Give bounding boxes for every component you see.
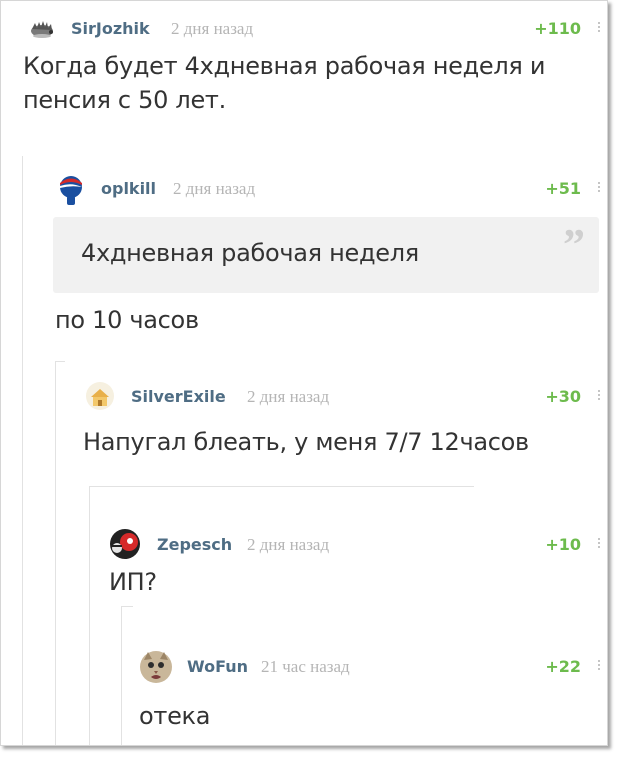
comment-sirjozhik: SirJozhik 2 дня назад +110 Когда будет 4… xyxy=(23,15,607,135)
comment-zepesch: Zepesch 2 дня назад +10 ИП? xyxy=(109,528,607,611)
comment-header: SilverExile 2 дня назад +30 xyxy=(83,381,607,410)
comment-text-line: пенсия с 50 лет. xyxy=(23,86,226,114)
comment-rating: +10 xyxy=(545,535,581,554)
comment-text: ИП? xyxy=(109,565,157,599)
comment-time[interactable]: 2 дня назад xyxy=(247,535,329,555)
comment-time[interactable]: 2 дня назад xyxy=(247,387,329,407)
comment-text-line: Когда будет 4хдневная рабочая неделя и xyxy=(23,52,546,80)
hedgehog-icon[interactable] xyxy=(29,19,55,45)
comment-time[interactable]: 2 дня назад xyxy=(173,179,255,199)
comment-text: Когда будет 4хдневная рабочая неделя и п… xyxy=(23,49,545,117)
thread-line-level-3-cap xyxy=(89,486,474,487)
comment-time[interactable]: 21 час назад xyxy=(261,657,350,677)
comment-text-line: отека xyxy=(139,702,211,730)
comment-rating: +110 xyxy=(534,19,581,38)
comment-thread: SirJozhik 2 дня назад +110 Когда будет 4… xyxy=(0,0,608,746)
comment-oplkill: oplkill 2 дня назад +51 4хдневная рабоча… xyxy=(53,175,607,345)
comment-rating: +22 xyxy=(545,657,581,676)
more-options-icon[interactable] xyxy=(597,180,601,196)
quote-mark-icon: ” xyxy=(563,220,585,269)
author-name[interactable]: WoFun xyxy=(187,657,248,676)
comment-header: Zepesch 2 дня назад +10 xyxy=(109,528,607,559)
comment-time[interactable]: 2 дня назад xyxy=(171,19,253,39)
comment-text: Напугал блеать, у меня 7/7 12часов xyxy=(83,425,529,459)
author-name[interactable]: SirJozhik xyxy=(71,19,150,38)
comment-header: oplkill 2 дня назад +51 xyxy=(53,174,607,205)
thread-line-level-2-cap xyxy=(55,361,65,362)
comment-rating: +30 xyxy=(545,387,581,406)
comment-header: WoFun 21 час назад +22 xyxy=(139,650,607,683)
comment-silverexile: SilverExile 2 дня назад +30 Напугал блеа… xyxy=(83,381,607,473)
comment-text-line: ИП? xyxy=(109,568,157,596)
more-options-icon[interactable] xyxy=(597,20,601,36)
thread-line-level-4[interactable] xyxy=(121,606,122,745)
comment-header: SirJozhik 2 дня назад +110 xyxy=(23,15,607,41)
pepsi-ball-icon[interactable] xyxy=(57,174,83,205)
cat-icon[interactable] xyxy=(139,650,172,683)
comment-text: по 10 часов xyxy=(55,303,199,337)
house-icon[interactable] xyxy=(85,381,114,410)
thread-line-level-3[interactable] xyxy=(89,486,90,745)
quote-block: 4хдневная рабочая неделя ” xyxy=(53,217,599,293)
comment-text-line: по 10 часов xyxy=(55,306,199,334)
thread-line-level-2[interactable] xyxy=(55,361,56,745)
author-name[interactable]: oplkill xyxy=(101,179,156,198)
author-name[interactable]: Zepesch xyxy=(157,535,232,554)
more-options-icon[interactable] xyxy=(597,658,601,674)
comment-text-line: Напугал блеать, у меня 7/7 12часов xyxy=(83,428,529,456)
more-options-icon[interactable] xyxy=(597,388,601,404)
thread-line-level-1[interactable] xyxy=(22,156,23,745)
author-name[interactable]: SilverExile xyxy=(131,387,226,406)
red-face-icon[interactable] xyxy=(109,528,140,559)
comment-wofun: WoFun 21 час назад +22 отека xyxy=(139,650,607,743)
quote-text: 4хдневная рабочая неделя xyxy=(81,239,419,267)
comment-rating: +51 xyxy=(545,179,581,198)
comment-text: отека xyxy=(139,699,210,733)
more-options-icon[interactable] xyxy=(597,536,601,552)
